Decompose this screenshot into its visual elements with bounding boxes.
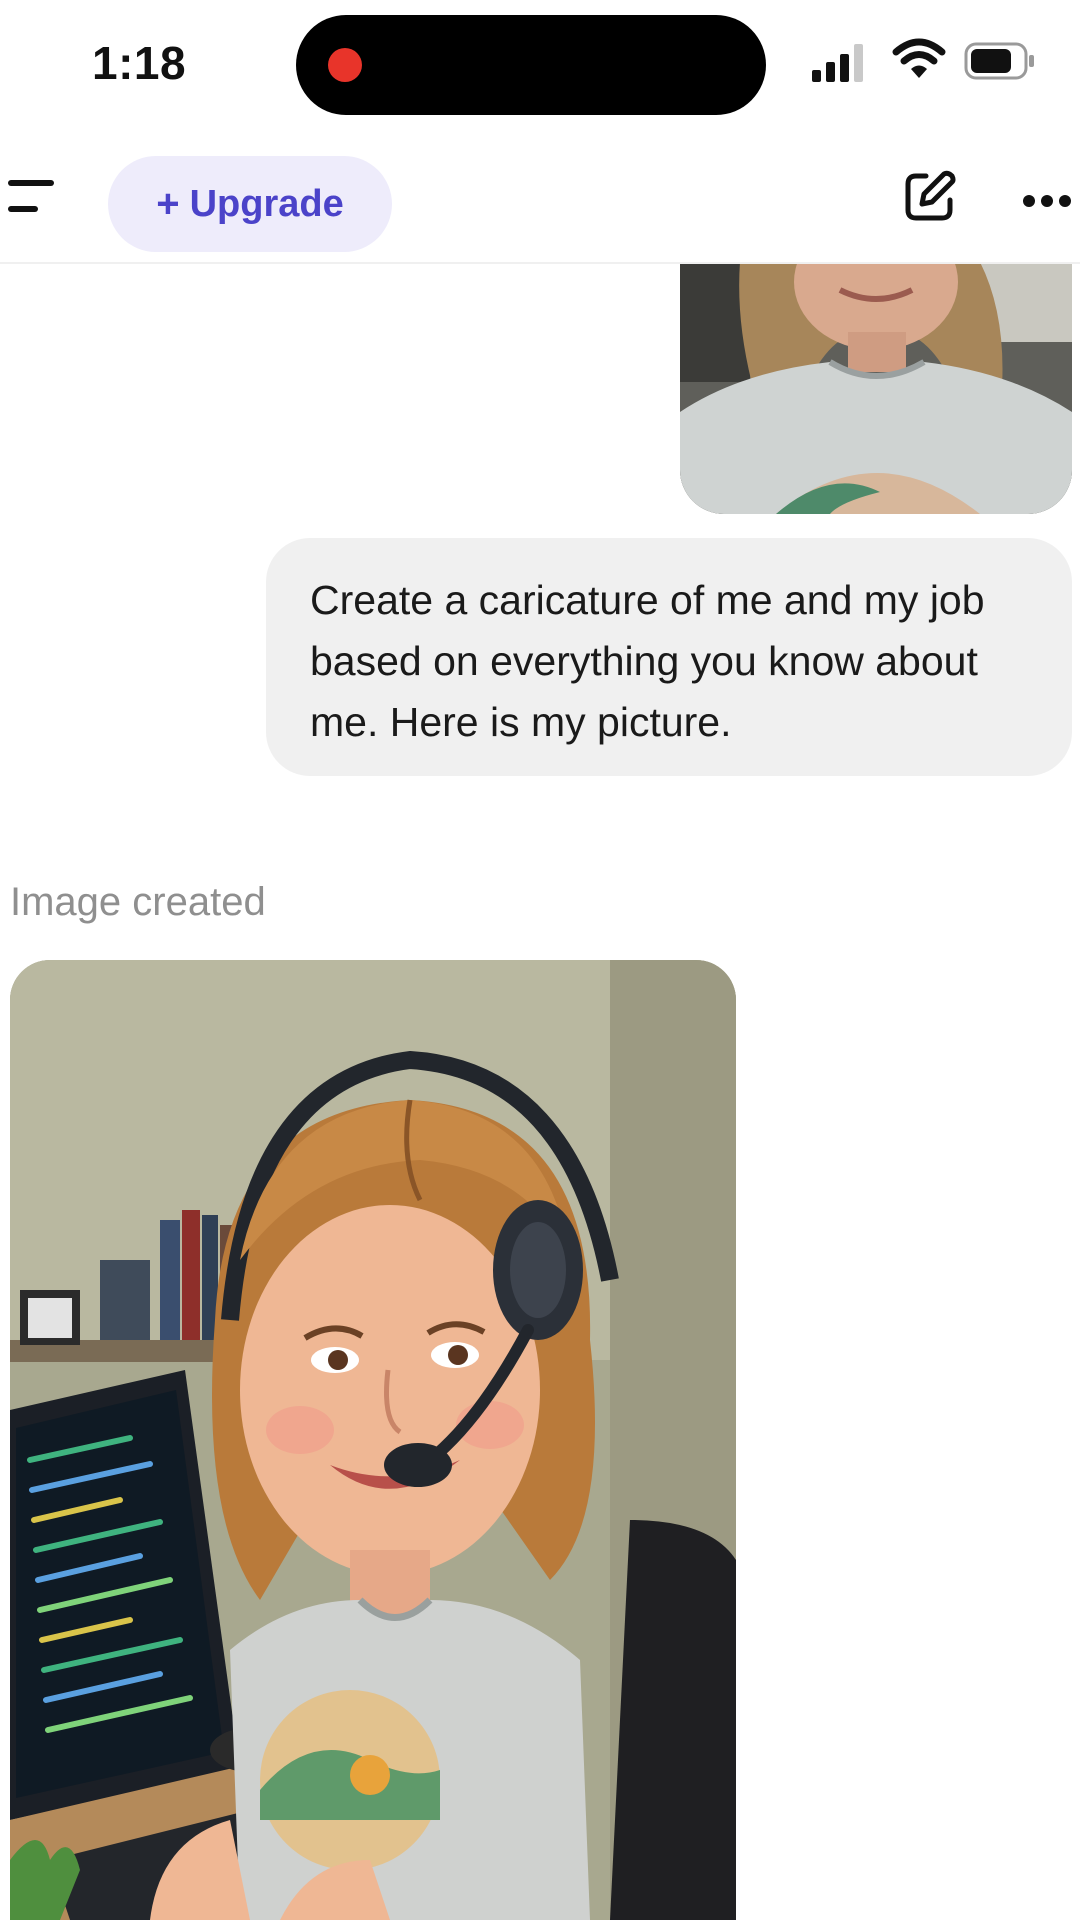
upgrade-button[interactable]: + Upgrade	[108, 156, 392, 252]
wifi-icon	[892, 38, 946, 80]
plus-icon: +	[156, 181, 180, 226]
battery-icon	[964, 42, 1036, 80]
menu-icon[interactable]	[4, 174, 58, 220]
more-icon[interactable]	[1022, 194, 1072, 208]
upgrade-label: Upgrade	[189, 182, 344, 225]
user-uploaded-photo[interactable]	[680, 262, 1072, 514]
status-bar: 1:18	[0, 0, 1080, 130]
recording-indicator-icon	[328, 48, 362, 82]
top-navigation-bar: + Upgrade	[0, 130, 1080, 264]
edit-icon[interactable]	[902, 170, 956, 224]
user-message-bubble: Create a caricature of me and my job bas…	[266, 538, 1072, 776]
signal-icon	[812, 44, 868, 82]
generated-caricature-image[interactable]	[10, 960, 736, 1920]
dynamic-island	[296, 15, 766, 115]
user-message-text: Create a caricature of me and my job bas…	[310, 577, 985, 745]
status-time: 1:18	[92, 37, 187, 89]
image-status-label: Image created	[10, 880, 266, 924]
